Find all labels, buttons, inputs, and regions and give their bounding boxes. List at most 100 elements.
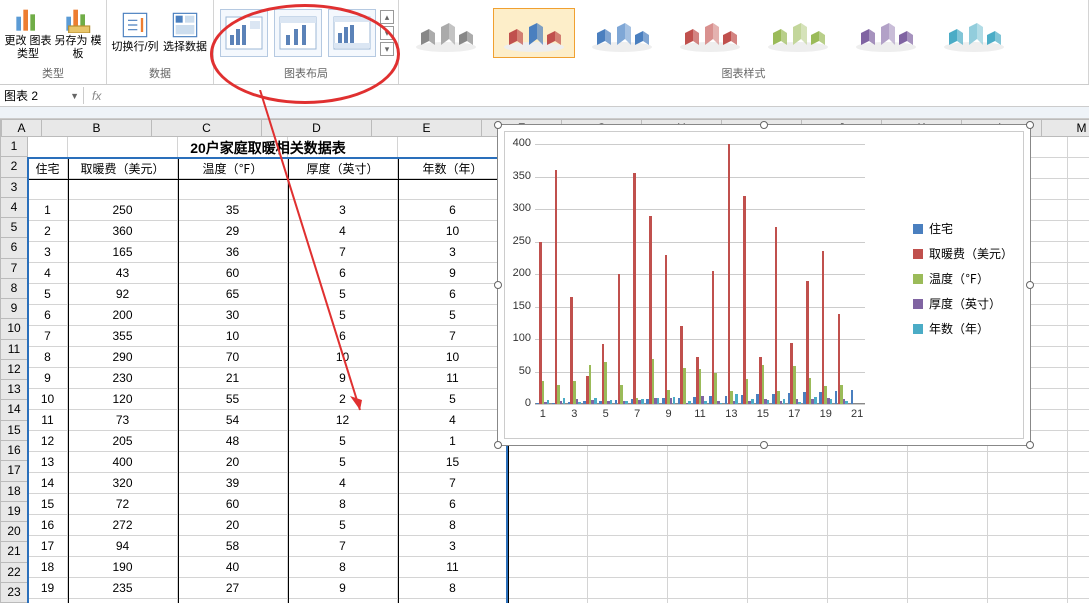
cell-D4[interactable]: 3 <box>288 200 398 221</box>
cell-C19[interactable]: 20 <box>178 515 288 536</box>
col-header-M[interactable]: M <box>1042 119 1089 137</box>
cell-G17[interactable] <box>588 473 668 494</box>
cell-C4[interactable]: 35 <box>178 200 288 221</box>
row-header-4[interactable]: 4 <box>0 198 28 218</box>
layout-scroll-more[interactable]: ▾ <box>380 42 394 56</box>
row-header-23[interactable]: 23 <box>0 583 28 603</box>
cell-B13[interactable]: 120 <box>68 389 178 410</box>
cell-D16[interactable]: 5 <box>288 452 398 473</box>
cell-A22[interactable]: 19 <box>28 578 68 599</box>
layout-option-2[interactable] <box>274 9 322 57</box>
cell-C6[interactable]: 36 <box>178 242 288 263</box>
cell-C2[interactable]: 温度（℉） <box>178 158 288 179</box>
cell-B23[interactable]: 139 <box>68 599 178 603</box>
cell-M14[interactable] <box>1068 410 1089 431</box>
cell-E9[interactable]: 5 <box>398 305 508 326</box>
cell-A4[interactable]: 1 <box>28 200 68 221</box>
cell-D18[interactable]: 8 <box>288 494 398 515</box>
row-header-20[interactable]: 20 <box>0 522 28 542</box>
select-data-button[interactable]: 选择数据 <box>161 3 209 63</box>
cell-E12[interactable]: 11 <box>398 368 508 389</box>
cell-M12[interactable] <box>1068 368 1089 389</box>
cell-C7[interactable]: 60 <box>178 263 288 284</box>
cell-L19[interactable] <box>988 515 1068 536</box>
save-template-button[interactable]: 另存为 模板 <box>54 3 102 63</box>
row-header-5[interactable]: 5 <box>0 218 28 238</box>
cell-C21[interactable]: 40 <box>178 557 288 578</box>
cell-I19[interactable] <box>748 515 828 536</box>
cell-C22[interactable]: 27 <box>178 578 288 599</box>
col-header-E[interactable]: E <box>372 119 482 137</box>
cell-D6[interactable]: 7 <box>288 242 398 263</box>
cell-L17[interactable] <box>988 473 1068 494</box>
cell-A19[interactable]: 16 <box>28 515 68 536</box>
cell-A15[interactable]: 12 <box>28 431 68 452</box>
cell-H20[interactable] <box>668 536 748 557</box>
cell-B8[interactable]: 92 <box>68 284 178 305</box>
cell-M8[interactable] <box>1068 284 1089 305</box>
cell-H22[interactable] <box>668 578 748 599</box>
cell-H17[interactable] <box>668 473 748 494</box>
cell-B16[interactable]: 400 <box>68 452 178 473</box>
cell-I18[interactable] <box>748 494 828 515</box>
cell-K22[interactable] <box>908 578 988 599</box>
cell-H23[interactable] <box>668 599 748 603</box>
cell-J16[interactable] <box>828 452 908 473</box>
layout-option-1[interactable] <box>220 9 268 57</box>
row-header-12[interactable]: 12 <box>0 360 28 380</box>
row-header-15[interactable]: 15 <box>0 421 28 441</box>
cell-M1[interactable] <box>1068 137 1089 158</box>
cell-E17[interactable]: 7 <box>398 473 508 494</box>
cell-M4[interactable] <box>1068 200 1089 221</box>
cell-F21[interactable] <box>508 557 588 578</box>
cell-E22[interactable]: 8 <box>398 578 508 599</box>
cell-C23[interactable]: 30 <box>178 599 288 603</box>
cell-K20[interactable] <box>908 536 988 557</box>
cell-G18[interactable] <box>588 494 668 515</box>
col-header-C[interactable]: C <box>152 119 262 137</box>
cell-E15[interactable]: 1 <box>398 431 508 452</box>
layout-option-3[interactable] <box>328 9 376 57</box>
cell-F18[interactable] <box>508 494 588 515</box>
cell-J23[interactable] <box>828 599 908 603</box>
cell-I20[interactable] <box>748 536 828 557</box>
cell-L21[interactable] <box>988 557 1068 578</box>
cell-B5[interactable]: 360 <box>68 221 178 242</box>
cell-A18[interactable]: 15 <box>28 494 68 515</box>
cell-M22[interactable] <box>1068 578 1089 599</box>
cell-D22[interactable]: 9 <box>288 578 398 599</box>
cell-M6[interactable] <box>1068 242 1089 263</box>
cell-M17[interactable] <box>1068 473 1089 494</box>
cell-L23[interactable] <box>988 599 1068 603</box>
col-header-A[interactable]: A <box>2 119 42 137</box>
cell-M15[interactable] <box>1068 431 1089 452</box>
cell-C17[interactable]: 39 <box>178 473 288 494</box>
name-box-dropdown-icon[interactable]: ▼ <box>70 91 79 101</box>
cell-M7[interactable] <box>1068 263 1089 284</box>
cell-C13[interactable]: 55 <box>178 389 288 410</box>
cell-C12[interactable]: 21 <box>178 368 288 389</box>
cell-A21[interactable]: 18 <box>28 557 68 578</box>
cell-B7[interactable]: 43 <box>68 263 178 284</box>
row-header-18[interactable]: 18 <box>0 482 28 502</box>
cell-A6[interactable]: 3 <box>28 242 68 263</box>
row-header-10[interactable]: 10 <box>0 319 28 339</box>
cell-A3[interactable] <box>28 179 68 200</box>
cell-E10[interactable]: 7 <box>398 326 508 347</box>
cell-L22[interactable] <box>988 578 1068 599</box>
cell-B17[interactable]: 320 <box>68 473 178 494</box>
cell-D9[interactable]: 5 <box>288 305 398 326</box>
cell-F19[interactable] <box>508 515 588 536</box>
cell-A13[interactable]: 10 <box>28 389 68 410</box>
cell-G16[interactable] <box>588 452 668 473</box>
layout-scroll-up[interactable]: ▴ <box>380 10 394 24</box>
row-header-16[interactable]: 16 <box>0 441 28 461</box>
cell-A12[interactable]: 9 <box>28 368 68 389</box>
cell-D3[interactable] <box>288 179 398 200</box>
cell-G21[interactable] <box>588 557 668 578</box>
cell-A9[interactable]: 6 <box>28 305 68 326</box>
cell-J17[interactable] <box>828 473 908 494</box>
cell-A23[interactable]: 20 <box>28 599 68 603</box>
cell-A5[interactable]: 2 <box>28 221 68 242</box>
cell-D5[interactable]: 4 <box>288 221 398 242</box>
